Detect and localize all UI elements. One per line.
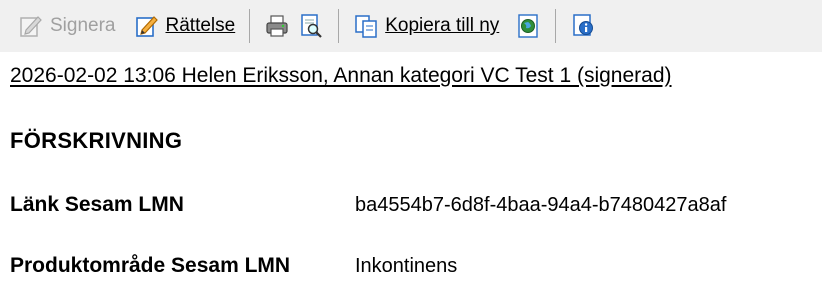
section-title: FÖRSKRIVNING bbox=[10, 128, 183, 153]
toolbar-separator bbox=[249, 9, 251, 43]
print-button[interactable] bbox=[260, 8, 294, 44]
correct-button[interactable]: Rättelse bbox=[130, 8, 240, 44]
journal-window: Signera Rättelse Kopiera till ny 2026-02… bbox=[0, 0, 822, 305]
copy-to-new-button[interactable]: Kopiera till ny bbox=[349, 8, 503, 44]
field-label-produktomrade: Produktområde Sesam LMN bbox=[10, 254, 291, 277]
toolbar-separator bbox=[555, 9, 557, 43]
field-value-produktomrade: Inkontinens bbox=[355, 255, 458, 277]
field-label-lank-sesam: Länk Sesam LMN bbox=[10, 193, 184, 216]
globe-icon bbox=[518, 14, 538, 38]
correct-label: Rättelse bbox=[165, 15, 236, 36]
toolbar-separator bbox=[338, 9, 340, 43]
sign-button[interactable]: Signera bbox=[14, 8, 120, 44]
print-preview-icon bbox=[301, 14, 322, 38]
toolbar: Signera Rättelse Kopiera till ny bbox=[0, 0, 822, 52]
print-preview-button[interactable] bbox=[294, 8, 328, 44]
entry-header[interactable]: 2026-02-02 13:06 Helen Eriksson, Annan k… bbox=[10, 58, 822, 94]
web-button[interactable] bbox=[511, 8, 545, 44]
info-button[interactable] bbox=[566, 8, 600, 44]
sign-label: Signera bbox=[50, 15, 116, 36]
field-value-lank-sesam: ba4554b7-6d8f-4baa-94a4-b7480427a8af bbox=[355, 194, 727, 216]
printer-icon bbox=[266, 15, 288, 37]
copy-label: Kopiera till ny bbox=[385, 15, 500, 36]
info-icon bbox=[573, 14, 594, 36]
pencil-icon bbox=[135, 16, 158, 37]
sign-icon bbox=[20, 16, 42, 37]
copy-icon bbox=[355, 15, 377, 38]
